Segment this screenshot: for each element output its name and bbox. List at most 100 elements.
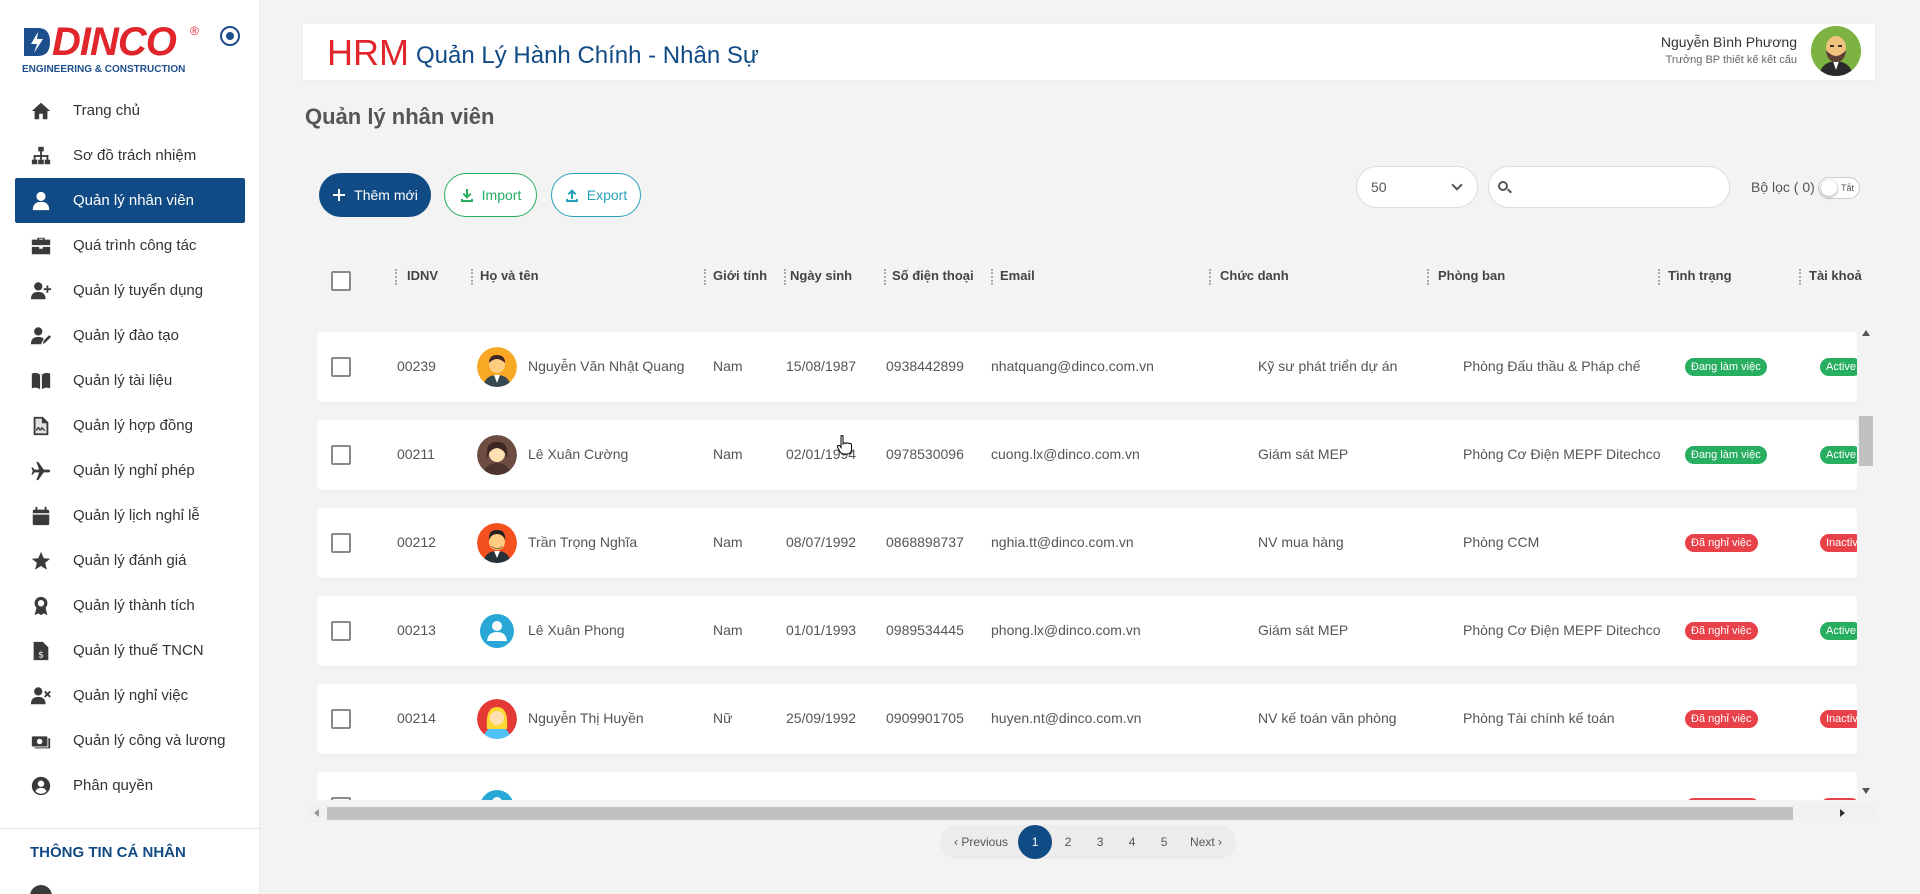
user-name: Nguyễn Bình Phương xyxy=(1660,34,1797,50)
scroll-up-icon[interactable] xyxy=(1862,330,1870,336)
sidebar-item-12-award[interactable]: Quản lý thành tích xyxy=(15,583,245,628)
page-button-5[interactable]: 5 xyxy=(1148,825,1180,859)
scroll-down-icon[interactable] xyxy=(1862,788,1870,794)
employee-avatar[interactable] xyxy=(477,435,517,475)
column-header[interactable]: Phòng ban xyxy=(1438,268,1505,283)
next-page-button[interactable]: Next › xyxy=(1180,825,1232,859)
search-input[interactable] xyxy=(1488,166,1730,208)
sidebar-item-15-money[interactable]: Quản lý công và lương xyxy=(15,718,245,763)
sidebar-item-11-star[interactable]: Quản lý đánh giá xyxy=(15,538,245,583)
filter-toggle[interactable]: Tắt xyxy=(1818,177,1860,199)
page-size-select[interactable]: 50 xyxy=(1356,166,1478,208)
sidebar-item-3-user[interactable]: Quản lý nhân viên xyxy=(15,178,245,223)
sidebar-item-9-plane[interactable]: Quản lý nghỉ phép xyxy=(15,448,245,493)
sidebar-section-personal[interactable]: THÔNG TIN CÁ NHÂN xyxy=(30,844,186,861)
add-new-button[interactable]: Thêm mới xyxy=(319,173,431,217)
column-header[interactable]: Giới tính xyxy=(713,268,767,283)
page-size-value: 50 xyxy=(1371,179,1387,195)
employee-name[interactable]: Trần Trọng Nghĩa xyxy=(528,534,637,550)
sidebar-item-label: Sơ đồ trách nhiệm xyxy=(73,147,197,164)
row-checkbox[interactable] xyxy=(331,797,351,800)
sidebar-item-4-briefcase[interactable]: Quá trình công tác xyxy=(15,223,245,268)
column-resize-handle[interactable] xyxy=(1209,269,1211,285)
page-button-1[interactable]: 1 xyxy=(1018,825,1053,859)
horizontal-scrollbar[interactable] xyxy=(309,804,1875,822)
sidebar-item-1-home[interactable]: Trang chủ xyxy=(15,88,245,133)
row-checkbox[interactable] xyxy=(331,709,351,729)
page-button-2[interactable]: 2 xyxy=(1052,825,1084,859)
column-header[interactable]: Ngày sinh xyxy=(790,268,852,283)
vertical-scrollbar[interactable] xyxy=(1857,330,1875,800)
user-info[interactable]: Nguyễn Bình Phương Trưởng BP thiết kế kế… xyxy=(1661,34,1797,66)
column-header[interactable]: Số điện thoại xyxy=(892,268,974,283)
calendar-icon xyxy=(29,504,53,528)
previous-page-button[interactable]: ‹ Previous xyxy=(944,825,1018,859)
table-row[interactable]: 00211 Lê Xuân Cường Nam 02/01/1994 097853009… xyxy=(317,420,1857,490)
sidebar-item-16-user-circle[interactable]: Phân quyền xyxy=(15,763,245,808)
employee-gender: Nữ xyxy=(713,710,733,726)
scroll-left-icon[interactable] xyxy=(314,809,319,817)
employee-name[interactable]: Nguyễn Văn Nhật Quang xyxy=(528,358,684,374)
sidebar-item-6-user-edit[interactable]: Quản lý đào tạo xyxy=(15,313,245,358)
column-resize-handle[interactable] xyxy=(991,269,993,285)
column-header[interactable]: Tình trạng xyxy=(1668,268,1732,283)
sidebar-collapse-icon[interactable] xyxy=(220,26,240,46)
sidebar-item-8-contract[interactable]: Quản lý hợp đồng xyxy=(15,403,245,448)
employee-id: 00239 xyxy=(397,358,436,374)
sidebar-item-5-user-plus[interactable]: Quản lý tuyển dụng xyxy=(15,268,245,313)
page-button-4[interactable]: 4 xyxy=(1116,825,1148,859)
row-checkbox[interactable] xyxy=(331,533,351,553)
page-button-3[interactable]: 3 xyxy=(1084,825,1116,859)
employee-id: 00211 xyxy=(397,446,435,462)
dinco-logo[interactable]: DINCO ® ENGINEERING & CONSTRUCTION xyxy=(22,20,202,76)
employee-avatar[interactable] xyxy=(477,523,517,563)
table-row[interactable]: 00239 Nguyễn Văn Nhật Quang Nam 15/08/1987 0… xyxy=(317,332,1857,402)
column-header[interactable]: Chức danh xyxy=(1220,268,1289,283)
sidebar-item-7-book[interactable]: Quản lý tài liệu xyxy=(15,358,245,403)
column-header[interactable]: Email xyxy=(1000,268,1035,283)
money-icon xyxy=(29,729,53,753)
table-row[interactable]: 00213 Lê Xuân Phong Nam 01/01/1993 098953444… xyxy=(317,596,1857,666)
column-resize-handle[interactable] xyxy=(471,269,473,285)
sidebar-item-13-tax-file[interactable]: $ Quản lý thuế TNCN xyxy=(15,628,245,673)
org-chart-icon xyxy=(29,144,53,168)
column-resize-handle[interactable] xyxy=(1427,269,1429,285)
table-row[interactable]: 00212 Trần Trọng Nghĩa Nam 08/07/1992 086889… xyxy=(317,508,1857,578)
column-header[interactable]: IDNV xyxy=(407,268,438,283)
column-resize-handle[interactable] xyxy=(704,269,706,285)
employee-avatar[interactable] xyxy=(477,611,517,651)
column-resize-handle[interactable] xyxy=(1799,269,1801,285)
import-button[interactable]: Import xyxy=(444,173,537,217)
employee-avatar[interactable] xyxy=(477,699,517,739)
export-button[interactable]: Export xyxy=(551,173,641,217)
scroll-right-icon[interactable] xyxy=(1840,809,1845,817)
sidebar-item-label: Phân quyền xyxy=(73,777,154,794)
account-badge: Active xyxy=(1820,358,1857,376)
select-all-checkbox[interactable] xyxy=(331,271,351,291)
column-header[interactable]: Tài khoả xyxy=(1809,268,1862,283)
employee-avatar[interactable] xyxy=(477,347,517,387)
table-row-partial[interactable] xyxy=(317,772,1857,800)
row-checkbox[interactable] xyxy=(331,357,351,377)
employee-avatar[interactable] xyxy=(477,787,517,800)
sidebar-item-2-org-chart[interactable]: Sơ đồ trách nhiệm xyxy=(15,133,245,178)
row-checkbox[interactable] xyxy=(331,621,351,641)
column-header[interactable]: Họ và tên xyxy=(480,268,539,283)
column-resize-handle[interactable] xyxy=(1658,269,1660,285)
column-resize-handle[interactable] xyxy=(395,269,397,285)
horizontal-scroll-thumb[interactable] xyxy=(327,807,1793,820)
row-checkbox[interactable] xyxy=(331,445,351,465)
employee-name[interactable]: Nguyễn Thị Huyền xyxy=(528,710,644,726)
table-row[interactable]: 00214 Nguyễn Thị Huyền Nữ 25/09/1992 0909901… xyxy=(317,684,1857,754)
sidebar-item-10-calendar[interactable]: Quản lý lịch nghỉ lễ xyxy=(15,493,245,538)
employee-email: phong.lx@dinco.com.vn xyxy=(991,622,1141,638)
column-resize-handle[interactable] xyxy=(884,269,886,285)
vertical-scroll-thumb[interactable] xyxy=(1859,416,1873,466)
sidebar-item-14-user-times[interactable]: Quản lý nghỉ việc xyxy=(15,673,245,718)
employee-name[interactable]: Lê Xuân Cường xyxy=(528,446,628,462)
employee-name[interactable]: Lê Xuân Phong xyxy=(528,622,625,638)
user-avatar[interactable] xyxy=(1811,26,1861,76)
column-resize-handle[interactable] xyxy=(784,269,786,285)
contract-icon xyxy=(29,414,53,438)
personal-info-icon[interactable] xyxy=(30,885,52,894)
